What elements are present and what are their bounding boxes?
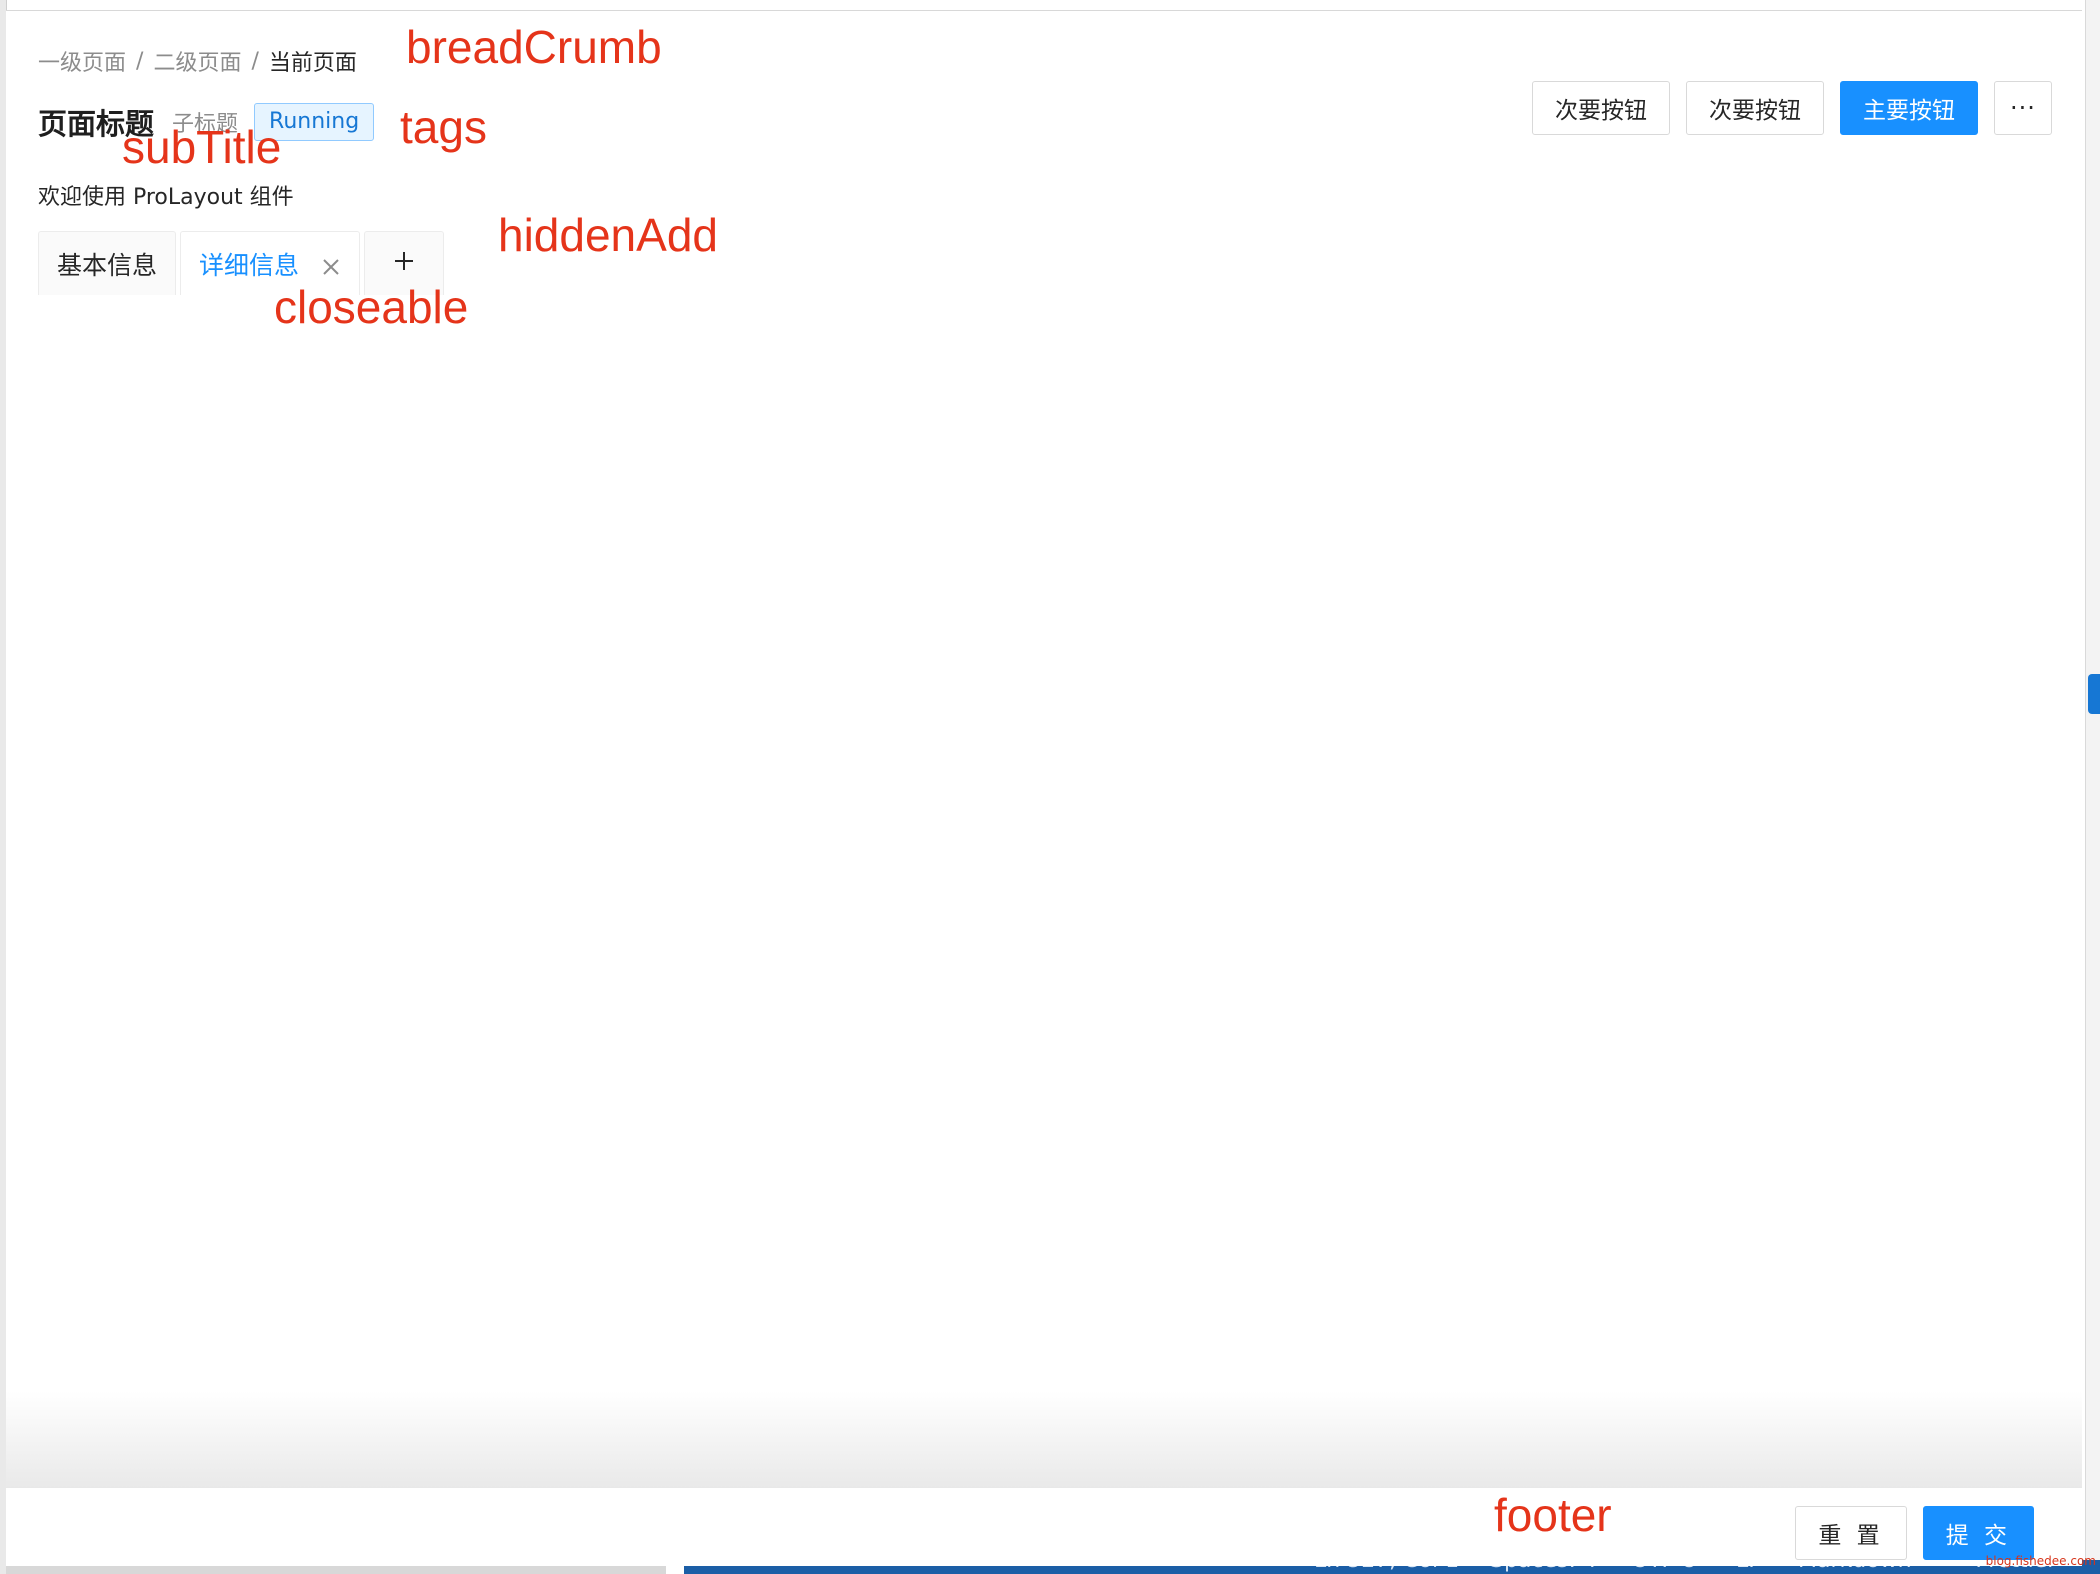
annotation-breadcrumb: breadCrumb bbox=[406, 21, 662, 73]
breadcrumb-item[interactable]: 一级页面 bbox=[38, 45, 126, 77]
breadcrumb-item[interactable]: 二级页面 bbox=[153, 45, 241, 77]
breadcrumb-separator: / bbox=[136, 48, 144, 74]
footer-actions: 重 置 提 交 bbox=[1779, 1506, 2034, 1560]
annotation-closeable: closeable bbox=[274, 281, 469, 333]
header-extra-actions: 次要按钮 次要按钮 主要按钮 ··· bbox=[1516, 81, 2052, 135]
breadcrumb-separator: / bbox=[251, 48, 259, 74]
tab-label: 基本信息 bbox=[57, 250, 158, 280]
annotation-footer: footer bbox=[1494, 1489, 1612, 1541]
reset-button[interactable]: 重 置 bbox=[1795, 1506, 1907, 1560]
screen: Ln 527, Col 1 Spaces: 4 UTF-8 LF Markdow… bbox=[0, 0, 2100, 1574]
breadcrumb: 一级页面 / 二级页面 / 当前页面 bbox=[38, 45, 357, 77]
footer-shadow bbox=[6, 1391, 2082, 1487]
primary-button[interactable]: 主要按钮 bbox=[1840, 81, 1978, 135]
page-container: 一级页面 / 二级页面 / 当前页面 页面标题 子标题 Running 欢迎使用… bbox=[6, 10, 2082, 1566]
annotation-hidden-add: hiddenAdd bbox=[498, 209, 718, 261]
plus-icon bbox=[393, 249, 415, 278]
page-description: 欢迎使用 ProLayout 组件 bbox=[38, 185, 294, 210]
close-icon[interactable] bbox=[321, 254, 341, 275]
submit-button[interactable]: 提 交 bbox=[1922, 1506, 2034, 1560]
background-window-edge-right bbox=[2085, 0, 2100, 1574]
background-blue-marker bbox=[2088, 674, 2100, 714]
page-content bbox=[6, 297, 2082, 1377]
annotation-tags: tags bbox=[400, 101, 487, 153]
watermark: blog.fishedee.com bbox=[1985, 1554, 2096, 1568]
background-bottom-bar-left bbox=[6, 1566, 666, 1574]
secondary-button[interactable]: 次要按钮 bbox=[1532, 81, 1670, 135]
footer-toolbar: 重 置 提 交 bbox=[6, 1487, 2082, 1566]
secondary-button[interactable]: 次要按钮 bbox=[1686, 81, 1824, 135]
tab-basic-info[interactable]: 基本信息 bbox=[38, 231, 177, 295]
breadcrumb-current: 当前页面 bbox=[268, 51, 357, 76]
more-button[interactable]: ··· bbox=[1994, 81, 2052, 135]
tab-label: 详细信息 bbox=[199, 250, 300, 280]
annotation-subtitle: subTitle bbox=[122, 121, 282, 173]
